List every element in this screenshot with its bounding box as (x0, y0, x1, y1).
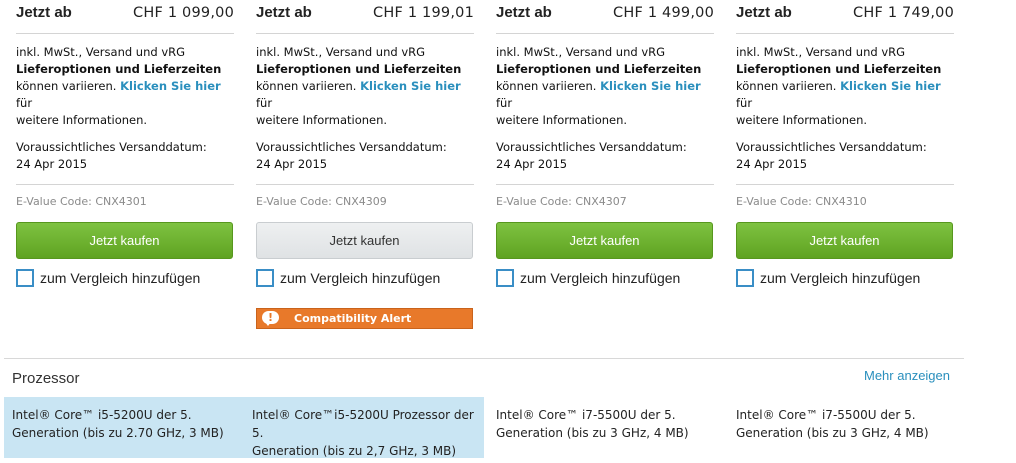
checkbox-icon[interactable] (16, 269, 34, 287)
processor-name: Intel® Core™ i5-5200U der 5. (12, 408, 192, 422)
info-vat: inkl. MwSt., Versand und vRG (256, 45, 426, 59)
processor-cell-4: Intel® Core™ i7-5500U der 5. Generation … (736, 406, 971, 442)
alert-label[interactable]: Compatibility Alert (294, 312, 411, 325)
divider (736, 184, 954, 185)
price-value: CHF 1 199,01 (373, 5, 474, 21)
price-row: Jetzt ab CHF 1 499,00 (496, 4, 714, 22)
processor-section-title: Prozessor (12, 370, 80, 387)
price-row: Jetzt ab CHF 1 199,01 (256, 4, 474, 22)
info-link[interactable]: Klicken Sie hier (120, 79, 221, 93)
info-vat: inkl. MwSt., Versand und vRG (736, 45, 906, 59)
compare-label[interactable]: zum Vergleich hinzufügen (40, 270, 200, 286)
processor-name: Intel® Core™ i7-5500U der 5. (736, 408, 916, 422)
info-vat: inkl. MwSt., Versand und vRG (496, 45, 666, 59)
info-vary: können variieren. (256, 79, 357, 93)
evalue-code: E-Value Code: CNX4309 (256, 195, 387, 208)
info-vary: können variieren. (16, 79, 117, 93)
show-more-link[interactable]: Mehr anzeigen (864, 368, 950, 383)
ship-date-block: Voraussichtliches Versanddatum: 24 Apr 2… (16, 139, 234, 173)
processor-name: Intel® Core™i5-5200U Prozessor der 5. (252, 408, 474, 440)
ship-date-block: Voraussichtliches Versanddatum: 24 Apr 2… (736, 139, 954, 173)
processor-cell-3: Intel® Core™ i7-5500U der 5. Generation … (496, 406, 731, 442)
ship-date-block: Voraussichtliches Versanddatum: 24 Apr 2… (496, 139, 714, 173)
compare-label[interactable]: zum Vergleich hinzufügen (760, 270, 920, 286)
price-lead: Jetzt ab (496, 4, 552, 21)
buy-now-button[interactable]: Jetzt kaufen (16, 222, 233, 259)
checkbox-icon[interactable] (256, 269, 274, 287)
price-value: CHF 1 499,00 (613, 5, 714, 21)
info-more: weitere Informationen. (256, 113, 388, 127)
divider (736, 33, 954, 34)
ship-label: Voraussichtliches Versanddatum: (16, 140, 207, 154)
info-link[interactable]: Klicken Sie hier (360, 79, 461, 93)
price-value: CHF 1 099,00 (133, 5, 234, 21)
info-vat: inkl. MwSt., Versand und vRG (16, 45, 186, 59)
ship-date: 24 Apr 2015 (496, 157, 568, 171)
price-lead: Jetzt ab (256, 4, 312, 21)
processor-cell-1: Intel® Core™ i5-5200U der 5. Generation … (12, 406, 247, 442)
shipping-info: inkl. MwSt., Versand und vRG Lieferoptio… (736, 44, 954, 129)
compare-checkbox[interactable]: zum Vergleich hinzufügen (256, 269, 440, 287)
info-vary: können variieren. (496, 79, 597, 93)
processor-spec: Generation (bis zu 2.70 GHz, 3 MB) (12, 426, 224, 440)
price-value: CHF 1 749,00 (853, 5, 954, 21)
info-vary: können variieren. (736, 79, 837, 93)
price-row: Jetzt ab CHF 1 749,00 (736, 4, 954, 22)
info-delivery-options: Lieferoptionen und Lieferzeiten (16, 62, 222, 76)
price-lead: Jetzt ab (16, 4, 72, 21)
info-link[interactable]: Klicken Sie hier (600, 79, 701, 93)
evalue-code: E-Value Code: CNX4307 (496, 195, 627, 208)
compare-checkbox[interactable]: zum Vergleich hinzufügen (496, 269, 680, 287)
processor-name: Intel® Core™ i7-5500U der 5. (496, 408, 676, 422)
ship-date: 24 Apr 2015 (256, 157, 328, 171)
ship-date: 24 Apr 2015 (736, 157, 808, 171)
compare-label[interactable]: zum Vergleich hinzufügen (280, 270, 440, 286)
compare-label[interactable]: zum Vergleich hinzufügen (520, 270, 680, 286)
evalue-code: E-Value Code: CNX4301 (16, 195, 147, 208)
info-more: weitere Informationen. (736, 113, 868, 127)
ship-date: 24 Apr 2015 (16, 157, 88, 171)
divider (496, 184, 714, 185)
info-delivery-options: Lieferoptionen und Lieferzeiten (736, 62, 942, 76)
divider (16, 184, 234, 185)
ship-label: Voraussichtliches Versanddatum: (496, 140, 687, 154)
processor-cell-2: Intel® Core™i5-5200U Prozessor der 5. Ge… (252, 406, 487, 460)
info-for: für (16, 96, 33, 110)
info-for: für (256, 96, 273, 110)
divider (256, 184, 474, 185)
compare-checkbox[interactable]: zum Vergleich hinzufügen (16, 269, 200, 287)
divider (16, 33, 234, 34)
info-more: weitere Informationen. (496, 113, 628, 127)
info-for: für (736, 96, 753, 110)
divider (256, 33, 474, 34)
buy-now-button[interactable]: Jetzt kaufen (496, 222, 713, 259)
ship-label: Voraussichtliches Versanddatum: (256, 140, 447, 154)
buy-now-button-disabled[interactable]: Jetzt kaufen (256, 222, 473, 259)
evalue-code: E-Value Code: CNX4310 (736, 195, 867, 208)
checkbox-icon[interactable] (736, 269, 754, 287)
info-delivery-options: Lieferoptionen und Lieferzeiten (496, 62, 702, 76)
shipping-info: inkl. MwSt., Versand und vRG Lieferoptio… (16, 44, 234, 129)
ship-label: Voraussichtliches Versanddatum: (736, 140, 927, 154)
info-more: weitere Informationen. (16, 113, 148, 127)
processor-spec: Generation (bis zu 3 GHz, 4 MB) (496, 426, 689, 440)
compare-checkbox[interactable]: zum Vergleich hinzufügen (736, 269, 920, 287)
shipping-info: inkl. MwSt., Versand und vRG Lieferoptio… (496, 44, 714, 129)
processor-spec: Generation (bis zu 3 GHz, 4 MB) (736, 426, 929, 440)
divider (496, 33, 714, 34)
processor-spec: Generation (bis zu 2,7 GHz, 3 MB) (252, 444, 457, 458)
compatibility-alert[interactable]: ! Compatibility Alert (256, 308, 473, 329)
checkbox-icon[interactable] (496, 269, 514, 287)
price-row: Jetzt ab CHF 1 099,00 (16, 4, 234, 22)
info-link[interactable]: Klicken Sie hier (840, 79, 941, 93)
info-for: für (496, 96, 513, 110)
speech-bubble-exclamation-icon: ! (262, 311, 280, 326)
section-divider (4, 358, 964, 359)
info-delivery-options: Lieferoptionen und Lieferzeiten (256, 62, 462, 76)
ship-date-block: Voraussichtliches Versanddatum: 24 Apr 2… (256, 139, 474, 173)
buy-now-button[interactable]: Jetzt kaufen (736, 222, 953, 259)
shipping-info: inkl. MwSt., Versand und vRG Lieferoptio… (256, 44, 474, 129)
price-lead: Jetzt ab (736, 4, 792, 21)
